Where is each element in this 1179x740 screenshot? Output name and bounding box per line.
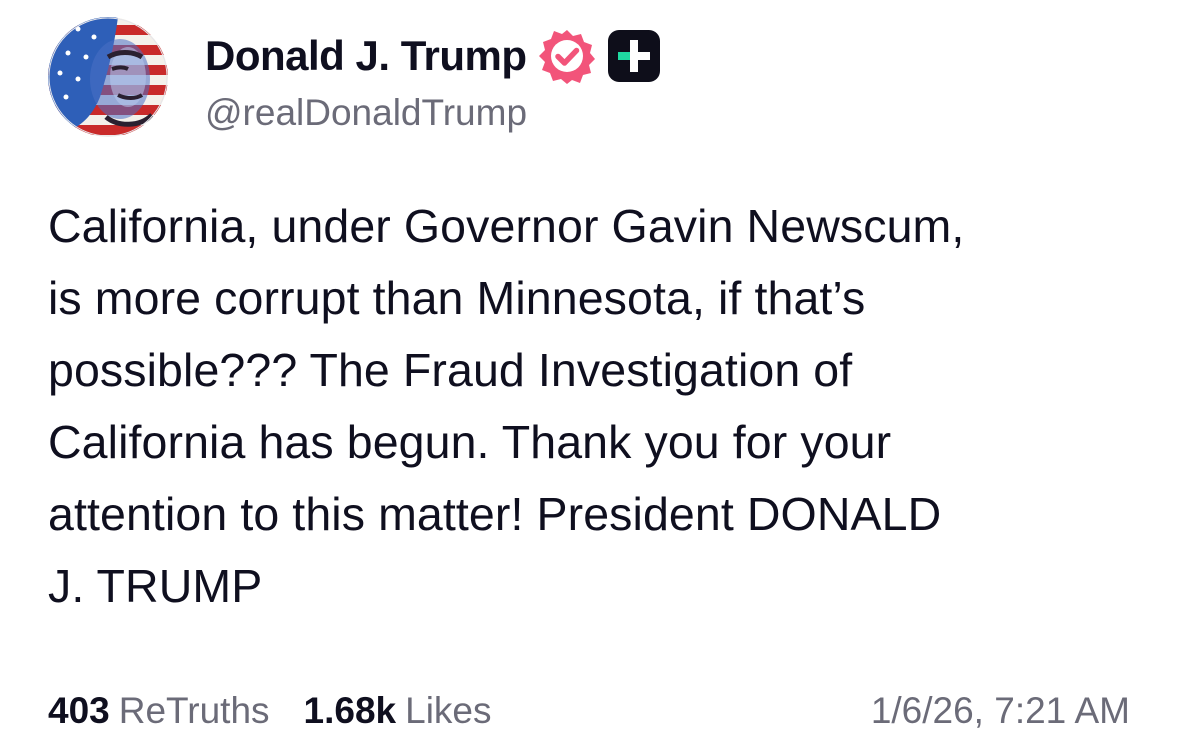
- post-text-line: California has begun. Thank you for your: [48, 416, 892, 468]
- verified-badge-icon: [538, 28, 595, 84]
- retruths-count: 403: [48, 690, 110, 731]
- post-text-line: is more corrupt than Minnesota, if that’…: [48, 272, 866, 324]
- likes-label: Likes: [405, 690, 492, 731]
- likes-stat[interactable]: 1.68k Likes: [304, 690, 492, 732]
- avatar-portrait-icon: [48, 17, 168, 137]
- author-display-name[interactable]: Donald J. Trump: [205, 32, 527, 80]
- post-text-line: J. TRUMP: [48, 560, 263, 612]
- author-handle[interactable]: @realDonaldTrump: [205, 92, 661, 134]
- post-text-line: California, under Governor Gavin Newscum…: [48, 200, 965, 252]
- post-text-line: possible??? The Fraud Investigation of: [48, 344, 853, 396]
- post-stats: 403 ReTruths 1.68k Likes 1/6/26, 7:21 AM: [48, 690, 1130, 740]
- avatar[interactable]: [48, 17, 168, 137]
- plus-badge-icon: [607, 29, 661, 83]
- post-text-line: attention to this matter! President DONA…: [48, 488, 942, 540]
- post-timestamp[interactable]: 1/6/26, 7:21 AM: [871, 690, 1130, 732]
- retruths-label: ReTruths: [118, 690, 270, 731]
- post-header: Donald J. Trump @realDonaldTrump: [48, 17, 661, 137]
- truth-post: Donald J. Trump @realDonaldTrump Califor…: [0, 0, 1179, 731]
- author-identity: Donald J. Trump @realDonaldTrump: [205, 28, 661, 134]
- post-text: California, under Governor Gavin Newscum…: [48, 190, 1148, 622]
- likes-count: 1.68k: [303, 690, 397, 731]
- retruths-stat[interactable]: 403 ReTruths: [48, 690, 270, 732]
- name-row: Donald J. Trump: [205, 28, 661, 84]
